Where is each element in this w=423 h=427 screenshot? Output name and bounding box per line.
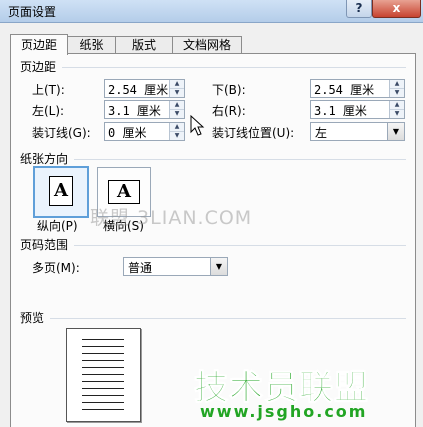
chevron-down-icon[interactable]: ▼ — [387, 123, 404, 140]
spin-up-icon[interactable]: ▲ — [170, 101, 184, 110]
dialog-title: 页面设置 — [8, 5, 57, 19]
left-margin-value: 3.1 厘米 — [108, 104, 161, 118]
bottom-margin-spinner[interactable]: 2.54 厘米 ▲ ▼ — [310, 79, 405, 98]
spin-up-icon[interactable]: ▲ — [170, 80, 184, 89]
section-divider — [62, 67, 406, 68]
section-divider — [74, 245, 406, 246]
spin-up-icon[interactable]: ▲ — [170, 123, 184, 132]
right-margin-value: 3.1 厘米 — [314, 104, 367, 118]
top-margin-spinner[interactable]: 2.54 厘米 ▲ ▼ — [104, 79, 185, 98]
chevron-down-icon[interactable]: ▼ — [210, 258, 227, 275]
spin-down-icon[interactable]: ▼ — [390, 89, 404, 97]
gutter-position-value: 左 — [315, 126, 328, 140]
portrait-page-icon: A — [49, 176, 73, 206]
title-bar: 页面设置 ? x — [0, 0, 423, 23]
multiple-pages-label: 多页(M): — [32, 261, 80, 275]
spin-down-icon[interactable]: ▼ — [170, 132, 184, 140]
gutter-spinner[interactable]: 0 厘米 ▲ ▼ — [104, 122, 185, 141]
bottom-margin-label: 下(B): — [212, 83, 246, 97]
mouse-pointer-icon — [190, 115, 205, 136]
landscape-page-icon: A — [108, 180, 140, 204]
right-margin-label: 右(R): — [212, 104, 246, 118]
portrait-label: 纵向(P) — [37, 219, 78, 233]
section-divider — [74, 159, 406, 160]
top-margin-value: 2.54 厘米 — [108, 83, 169, 97]
site-watermark: 联盟 3LIAN.COM — [90, 207, 253, 229]
gutter-position-dropdown[interactable]: 左 ▼ — [310, 122, 405, 141]
spin-up-icon[interactable]: ▲ — [390, 101, 404, 110]
bottom-margin-value: 2.54 厘米 — [314, 83, 375, 97]
multiple-pages-dropdown[interactable]: 普通 ▼ — [123, 257, 228, 276]
gutter-value: 0 厘米 — [108, 126, 147, 140]
orientation-section-title: 纸张方向 — [20, 152, 69, 166]
section-divider — [50, 318, 406, 319]
page-setup-dialog: 页面设置 ? x 页边距 纸张 版式 文档网格 页边距 上(T): 2.54 厘… — [0, 0, 423, 427]
close-button[interactable]: x — [372, 0, 421, 18]
tab-paper[interactable]: 纸张 — [67, 36, 116, 54]
preview-page — [66, 328, 141, 422]
margins-section-title: 页边距 — [20, 60, 57, 74]
portrait-button[interactable]: A — [33, 166, 89, 218]
left-margin-label: 左(L): — [32, 104, 65, 118]
tab-margins[interactable]: 页边距 — [10, 34, 68, 55]
spin-down-icon[interactable]: ▼ — [390, 110, 404, 118]
tab-layout[interactable]: 版式 — [115, 36, 173, 54]
site-logo: 技术员联盟 www.jsgho.com — [194, 360, 389, 422]
pages-section-title: 页码范围 — [20, 238, 69, 252]
help-button[interactable]: ? — [346, 0, 372, 18]
spin-down-icon[interactable]: ▼ — [170, 110, 184, 118]
spin-up-icon[interactable]: ▲ — [390, 80, 404, 89]
tab-document-grid[interactable]: 文档网格 — [172, 36, 242, 54]
spin-down-icon[interactable]: ▼ — [170, 89, 184, 97]
gutter-position-label: 装订线位置(U): — [212, 126, 295, 140]
right-margin-spinner[interactable]: 3.1 厘米 ▲ ▼ — [310, 100, 405, 119]
logo-url: www.jsgho.com — [200, 402, 368, 421]
left-margin-spinner[interactable]: 3.1 厘米 ▲ ▼ — [104, 100, 185, 119]
top-margin-label: 上(T): — [32, 83, 65, 97]
gutter-label: 装订线(G): — [32, 126, 91, 140]
multiple-pages-value: 普通 — [128, 261, 153, 275]
preview-section-title: 预览 — [20, 311, 45, 325]
